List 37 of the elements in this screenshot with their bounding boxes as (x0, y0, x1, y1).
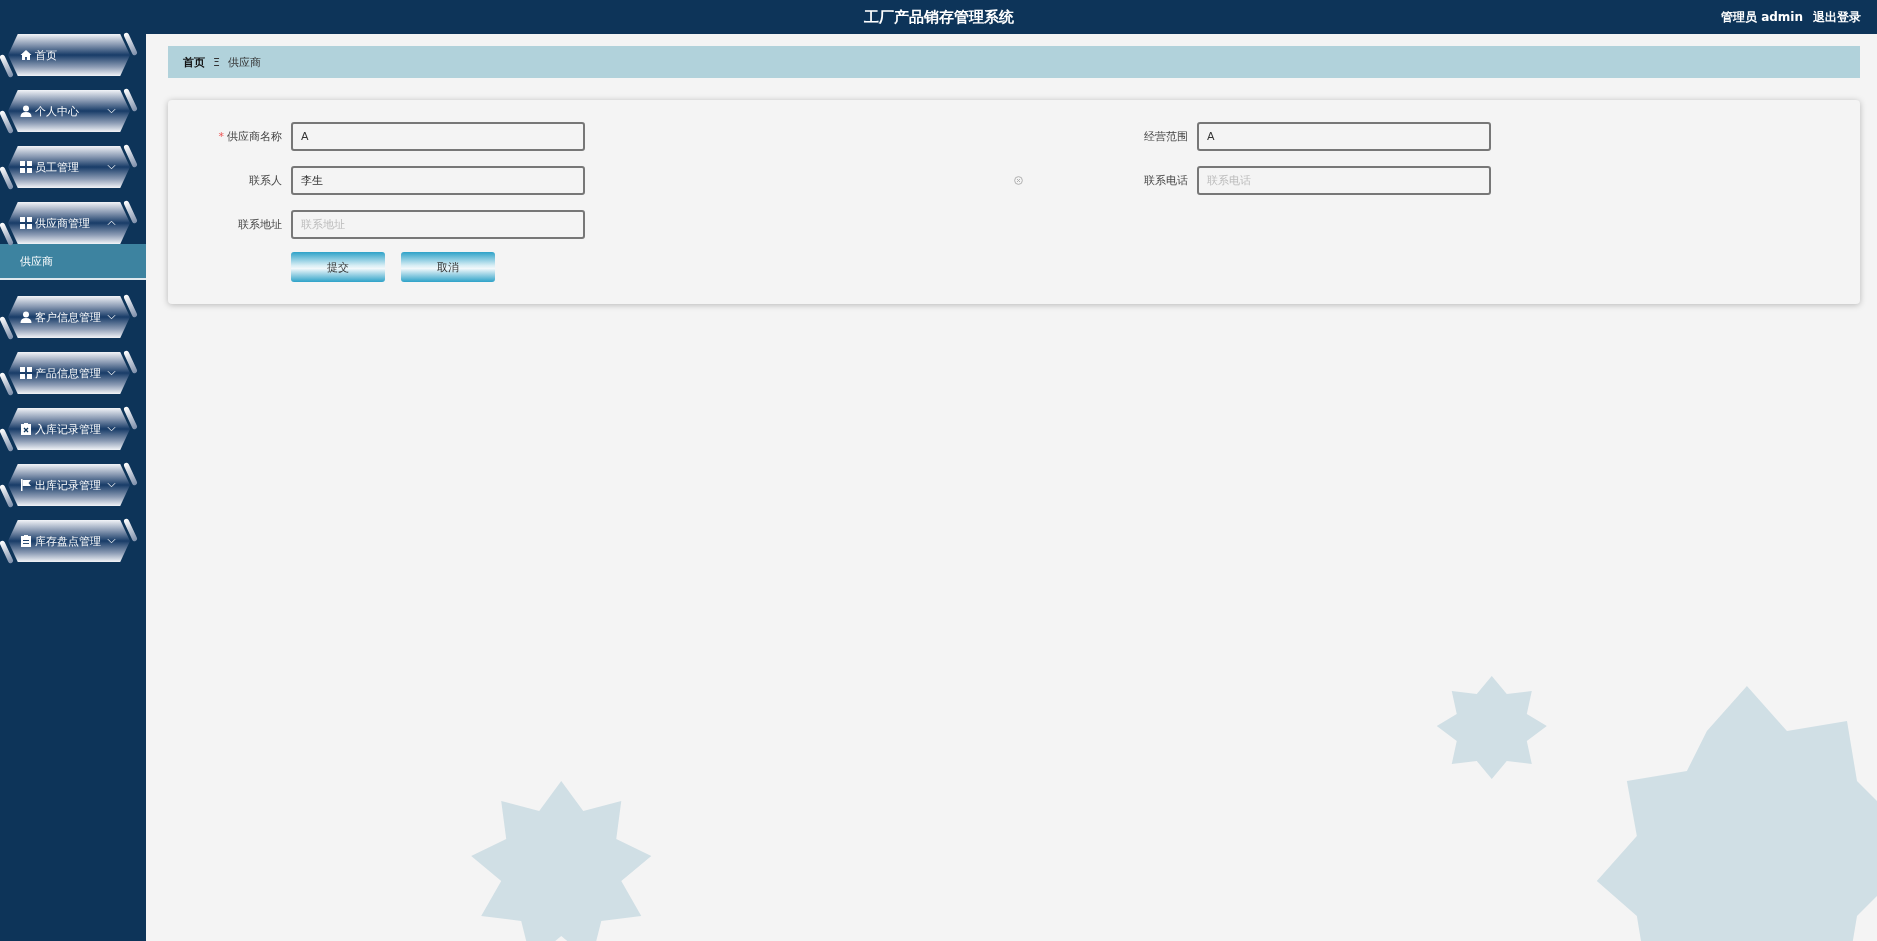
required-mark: * (218, 130, 224, 143)
cancel-button[interactable]: 取消 (401, 252, 495, 282)
input-field[interactable]: A (291, 122, 585, 151)
field-label: 联系人 (249, 174, 282, 187)
breadcrumb-home[interactable]: 首页 (183, 54, 205, 70)
grid-icon (20, 367, 32, 379)
breadcrumb-separator: Ξ (213, 55, 220, 69)
flag-icon (20, 479, 32, 491)
menu-item[interactable]: 员工管理 (8, 146, 130, 188)
input-field[interactable]: A (1197, 122, 1491, 151)
app-title: 工厂产品销存管理系统 (863, 7, 1014, 27)
clipboard-x-icon (20, 423, 32, 435)
field-label: 经营范围 (1144, 130, 1188, 143)
submit-button[interactable]: 提交 (291, 252, 385, 282)
field-label: 供应商名称 (227, 130, 282, 143)
field-label: 联系地址 (238, 218, 282, 231)
logout-link[interactable]: 退出登录 (1813, 8, 1861, 26)
clear-icon[interactable] (1014, 176, 1023, 185)
user-label: 管理员 admin (1720, 8, 1803, 26)
menu-item[interactable]: 库存盘点管理 (8, 520, 130, 562)
grid-icon (20, 161, 32, 173)
user-icon (20, 311, 32, 323)
menu-item[interactable]: 入库记录管理 (8, 408, 130, 450)
grid-icon (20, 217, 32, 229)
menu-item[interactable]: 供应商管理 (8, 202, 130, 244)
home-icon (20, 49, 32, 61)
menu-item[interactable]: 出库记录管理 (8, 464, 130, 506)
menu-item[interactable]: 客户信息管理 (8, 296, 130, 338)
breadcrumb-current: 供应商 (227, 54, 261, 70)
menu-item[interactable]: 首页 (8, 34, 130, 76)
menu-item[interactable]: 产品信息管理 (8, 352, 130, 394)
input-field[interactable]: 李生 (291, 166, 585, 195)
field-label: 联系电话 (1144, 174, 1188, 187)
user-icon (20, 105, 32, 117)
clipboard-icon (20, 535, 32, 547)
menu-item[interactable]: 个人中心 (8, 90, 130, 132)
submenu-item[interactable]: 供应商 (0, 244, 146, 280)
